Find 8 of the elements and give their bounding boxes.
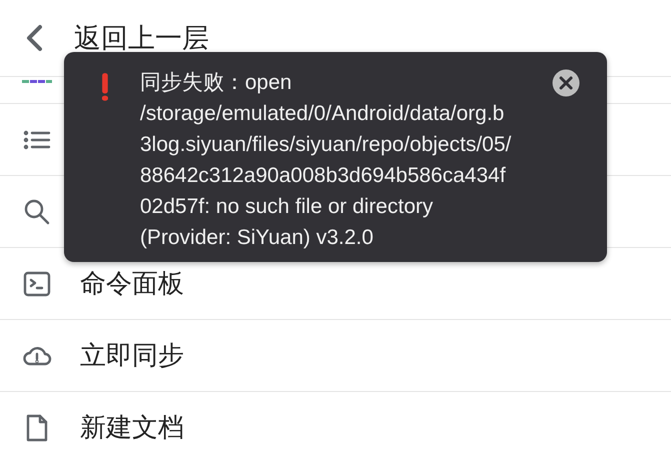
back-icon[interactable] [24,24,44,52]
menu-item-label[interactable]: 命令面板 [80,264,184,303]
dashes-icon [22,79,52,85]
error-message: 同步失败：open /storage/emulated/0/Android/data/org.b3log.siyuan/files/siyuan/repo/objects/05/88642c312a90a008b3d694b586ca434f02d57f: no such file or directory (Provider: SiYuan) v3.2.0 [140,70,512,251]
menu-item-label[interactable]: 新建文档 [80,408,184,447]
menu-item-label[interactable]: 立即同步 [80,336,184,375]
exclamation-icon [102,73,108,101]
close-button[interactable] [552,69,580,97]
